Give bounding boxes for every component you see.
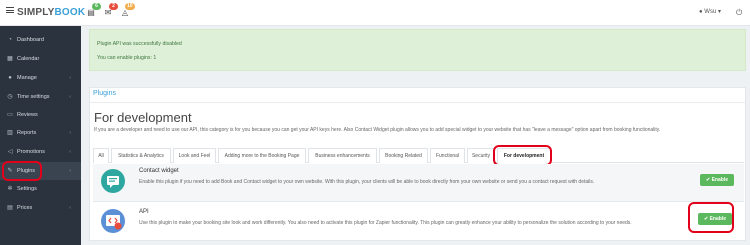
plugin-description: Enable this plugin if you need to add Bo… — [139, 179, 595, 185]
chevron-left-icon: ‹ — [69, 94, 71, 100]
divider — [90, 102, 745, 103]
user-icon: ● — [699, 9, 703, 15]
chevron-left-icon: ‹ — [69, 130, 71, 136]
top-bar: SIMPLYBOOK ▤ 6 ✉ 2 ◬ 10 ● Wsu ▾ ⏻ — [0, 0, 750, 26]
tab-all[interactable]: All — [93, 148, 109, 163]
user-menu[interactable]: ● Wsu ▾ — [699, 8, 721, 15]
sidebar-item-label: Prices — [17, 205, 33, 211]
mail-badge: 2 — [109, 3, 118, 10]
alert-message: Plugin API was successfully disabled — [97, 41, 182, 47]
api-code-icon — [101, 209, 125, 233]
section-tab-plugins[interactable]: Plugins — [93, 90, 116, 97]
tab-statistics-analytics[interactable]: Statistics & Analytics — [111, 148, 171, 163]
sidebar-item-label: Calendar — [17, 56, 40, 62]
plugins-panel: Plugins For development If you are a dev… — [89, 87, 746, 241]
logo[interactable]: SIMPLYBOOK — [17, 7, 85, 18]
sidebar-item-label: Settings — [17, 186, 37, 192]
sidebar-item-label: Promotions — [17, 149, 45, 155]
enable-button[interactable]: ✔ Enable — [700, 174, 734, 186]
plugin-title: API — [139, 209, 149, 215]
sidebar-item-label: Dashboard — [17, 37, 44, 43]
caret-down-icon: ▾ — [717, 9, 721, 15]
sidebar-item-settings[interactable]: ✲ Settings — [0, 180, 81, 198]
user-name: Wsu — [704, 9, 717, 15]
tab-adding-more-to-booking-page[interactable]: Adding more to the Booking Page — [218, 148, 306, 163]
money-icon: ▤ — [7, 205, 13, 211]
sidebar-item-promotions[interactable]: ◁ Promotions ‹ — [0, 143, 81, 161]
sidebar-item-label: Time settings — [17, 94, 50, 100]
clock-icon: ◷ — [7, 94, 13, 100]
plugin-title: Contact widget — [139, 168, 179, 174]
logo-book: BOOK — [54, 7, 86, 18]
alert-plugin-count: You can enable plugins: 1 — [97, 55, 157, 61]
for-development-highlight — [493, 145, 552, 166]
calendar-badge: 6 — [92, 3, 101, 10]
tab-look-and-feel[interactable]: Look and Feel — [173, 148, 216, 163]
logout-icon[interactable]: ⏻ — [736, 8, 742, 18]
tab-functional[interactable]: Functional — [430, 148, 465, 163]
chevron-left-icon: ‹ — [69, 168, 71, 174]
dashboard-icon: ◔ — [8, 37, 12, 43]
success-alert: Plugin API was successfully disabled You… — [89, 29, 746, 71]
plugin-row-contact-widget: Contact widget Enable this plugin if you… — [93, 164, 744, 202]
sidebar-item-time-settings[interactable]: ◷ Time settings ‹ — [0, 88, 81, 106]
sidebar-item-calendar[interactable]: ▦ Calendar — [0, 50, 81, 68]
calendar-icon: ▦ — [7, 56, 13, 62]
sidebar-item-prices[interactable]: ▤ Prices ‹ — [0, 199, 81, 217]
chevron-left-icon: ‹ — [69, 75, 71, 81]
hamburger-menu-icon[interactable] — [6, 7, 14, 13]
tab-booking-related[interactable]: Booking Related — [379, 148, 428, 163]
bell-badge: 10 — [125, 3, 135, 10]
sidebar-item-label: Reports — [17, 130, 37, 136]
contact-widget-icon — [101, 169, 125, 193]
sidebar-item-label: Reviews — [17, 112, 38, 118]
plugin-row-api: API Use this plugin to make your booking… — [93, 203, 744, 241]
sidebar: ◔ Dashboard ▦ Calendar ● Manage ‹ ◷ Time sett… — [0, 26, 81, 245]
chevron-left-icon: ‹ — [69, 149, 71, 155]
plugins-highlight — [2, 161, 42, 181]
tab-business-enhancements[interactable]: Business enhancements — [308, 148, 377, 163]
bar-chart-icon: ▥ — [7, 130, 13, 136]
megaphone-icon: ◁ — [7, 149, 13, 155]
sidebar-item-dashboard[interactable]: ◔ Dashboard — [0, 31, 81, 49]
sidebar-item-reviews[interactable]: ▭ Reviews — [0, 106, 81, 124]
category-tabs: All Statistics & Analytics Look and Feel… — [93, 148, 744, 163]
chevron-left-icon: ‹ — [69, 205, 71, 211]
comment-icon: ▭ — [7, 112, 13, 118]
sidebar-item-label: Manage — [17, 75, 37, 81]
tab-security[interactable]: Security — [467, 148, 495, 163]
plugin-description: Use this plugin to make your booking sit… — [139, 220, 632, 226]
gear-icon: ✲ — [7, 186, 13, 192]
page-title: For development — [94, 110, 192, 125]
user-icon: ● — [8, 75, 12, 81]
logo-simply: SIMPLY — [17, 7, 55, 18]
enable-button-highlight — [688, 202, 734, 233]
sidebar-item-reports[interactable]: ▥ Reports ‹ — [0, 124, 81, 142]
sidebar-item-manage[interactable]: ● Manage ‹ — [0, 69, 81, 87]
category-description: If you are a developer and need to use o… — [94, 127, 661, 133]
